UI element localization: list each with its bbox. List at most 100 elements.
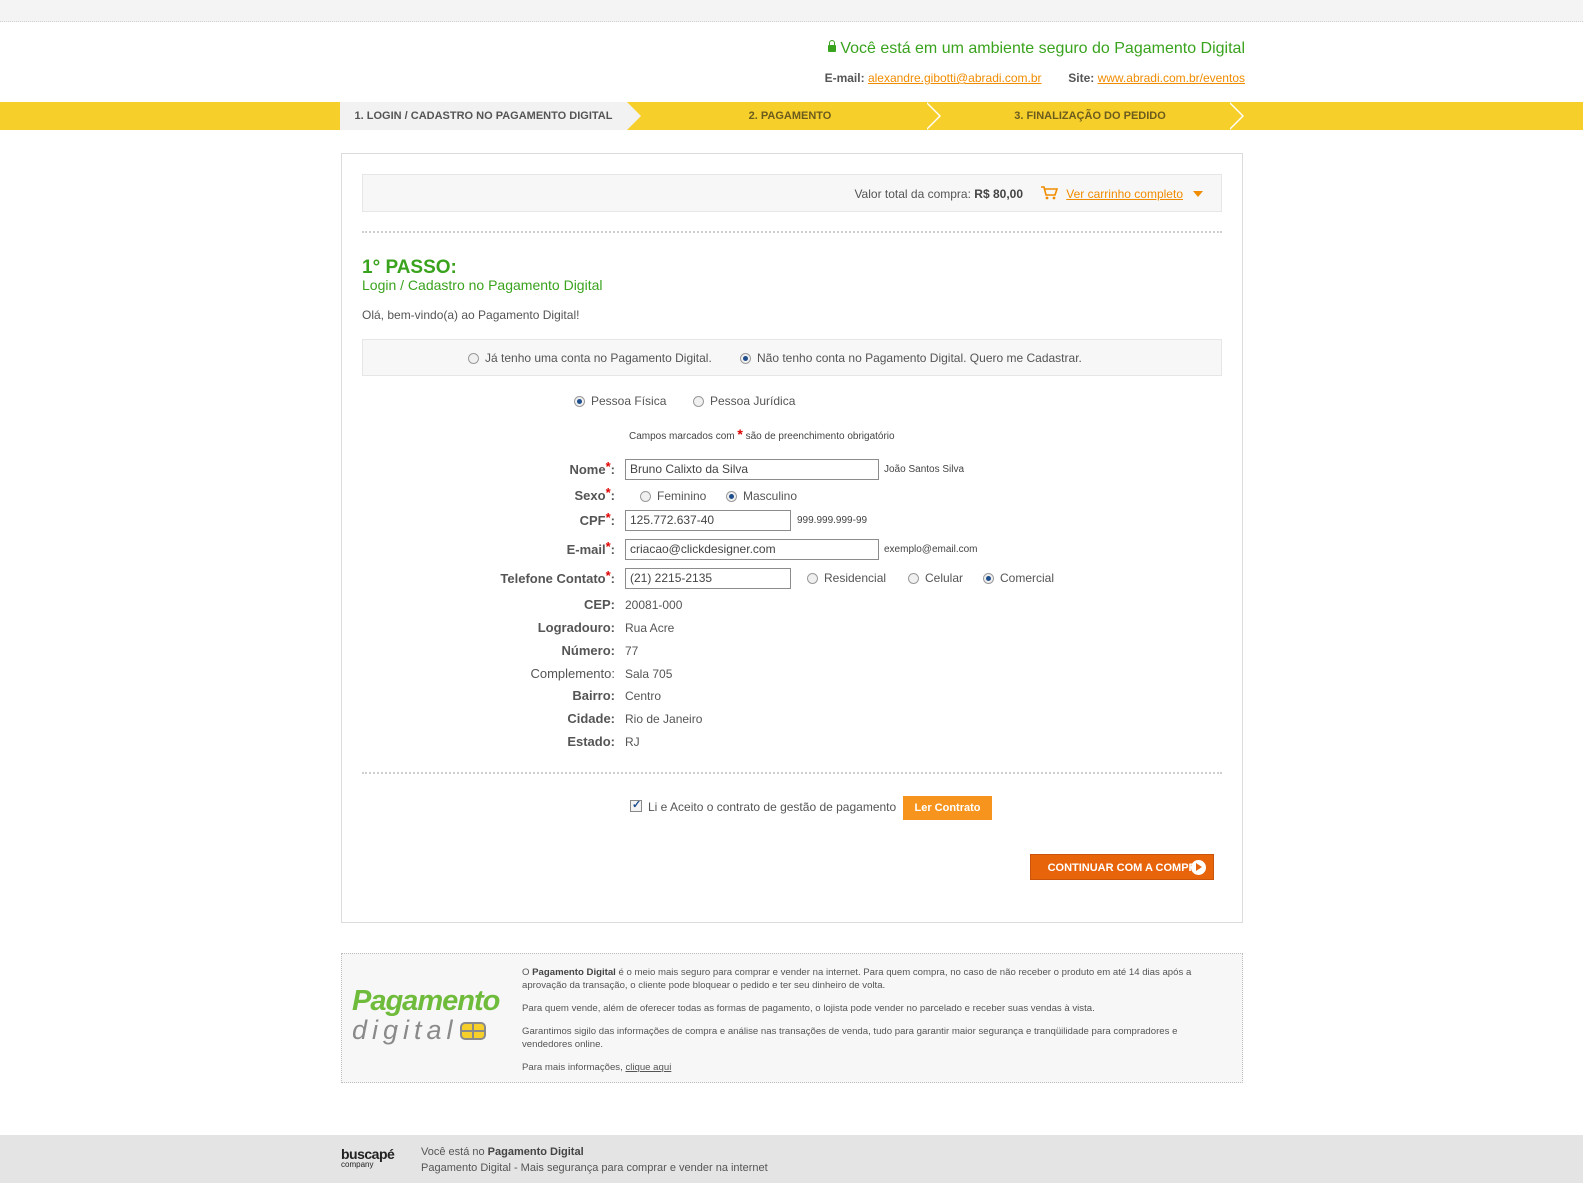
numero-value: 77 — [625, 644, 639, 658]
required-note: Campos marcados com * são de preenchimen… — [629, 426, 895, 442]
view-cart-link[interactable]: Ver carrinho completo — [1066, 187, 1183, 201]
cpf-label-text: CPF — [579, 513, 606, 528]
radio-comercial[interactable] — [983, 573, 994, 584]
cart-icon — [1041, 186, 1058, 200]
step-finalizacao: 3. FINALIZAÇÃO DO PEDIDO — [1014, 110, 1166, 122]
info-text: O Pagamento Digital é o meio mais seguro… — [522, 966, 1227, 1084]
secure-banner: Você está em um ambiente seguro do Pagam… — [828, 40, 1245, 58]
info-paragraph: Garantimos sigilo das informações de com… — [522, 1026, 1178, 1050]
cpf-input[interactable]: 125.772.637-40 — [625, 510, 791, 531]
option-residencial[interactable]: Residencial — [807, 571, 886, 585]
cart-total-value: R$ 80,00 — [974, 187, 1023, 201]
estado-label: Estado: — [567, 734, 615, 749]
cart-summary: Valor total da compra: R$ 80,00 Ver carr… — [362, 174, 1222, 212]
radio-masculino[interactable] — [726, 491, 737, 502]
step-subtitle: Login / Cadastro no Pagamento Digital — [362, 277, 603, 293]
account-choice: Já tenho uma conta no Pagamento Digital.… — [362, 339, 1222, 376]
radio-feminino[interactable] — [640, 491, 651, 502]
option-feminino[interactable]: Feminino — [640, 489, 706, 503]
footer-line1-brand: Pagamento Digital — [487, 1146, 584, 1158]
option-comercial[interactable]: Comercial — [983, 571, 1054, 585]
required-star: * — [737, 426, 743, 442]
option-has-account[interactable]: Já tenho uma conta no Pagamento Digital. — [468, 351, 712, 365]
buscape-sub: company — [341, 1160, 374, 1169]
radio-has-account[interactable] — [468, 353, 479, 364]
divider — [362, 772, 1222, 774]
email-label: E-mail: — [824, 71, 865, 85]
continue-button-label: CONTINUAR COM A COMPRA — [1047, 862, 1205, 874]
cidade-value: Rio de Janeiro — [625, 712, 703, 726]
email-input[interactable]: criacao@clickdesigner.com — [625, 539, 879, 560]
radio-pessoa-juridica[interactable] — [693, 396, 704, 407]
info-p4-prefix: Para mais informações, — [522, 1062, 623, 1073]
info-p1-rest: é o meio mais seguro para comprar e vend… — [522, 967, 1192, 991]
cpf-label: CPF*: — [579, 510, 615, 528]
required-star: * — [605, 539, 611, 554]
feminino-label: Feminino — [657, 489, 707, 503]
required-star: * — [605, 510, 611, 525]
email-field-label: E-mail*: — [566, 539, 615, 557]
numero-label: Número: — [561, 643, 615, 658]
colon: : — [610, 571, 615, 586]
email-link[interactable]: alexandre.gibotti@abradi.com.br — [868, 71, 1042, 85]
option-celular[interactable]: Celular — [908, 571, 963, 585]
required-note-before: Campos marcados com — [629, 431, 735, 442]
option-pessoa-juridica[interactable]: Pessoa Jurídica — [693, 394, 795, 408]
colon: : — [610, 513, 615, 528]
complemento-value: Sala 705 — [625, 667, 673, 681]
footer-line1-prefix: Você está no — [421, 1146, 485, 1158]
footer-line2: Pagamento Digital - Mais segurança para … — [421, 1162, 768, 1174]
step-login: 1. LOGIN / CADASTRO NO PAGAMENTO DIGITAL — [340, 102, 641, 130]
nome-input[interactable]: Bruno Calixto da Silva — [625, 459, 879, 480]
read-contract-button[interactable]: Ler Contrato — [903, 796, 992, 820]
required-star: * — [605, 568, 611, 583]
sexo-label-text: Sexo — [574, 488, 606, 503]
header-contacts: E-mail: alexandre.gibotti@abradi.com.br … — [825, 71, 1245, 85]
chevron-down-icon[interactable] — [1193, 191, 1203, 197]
bairro-label: Bairro: — [572, 688, 615, 703]
cart-total: Valor total da compra: R$ 80,00 — [854, 187, 1023, 201]
comercial-label: Comercial — [1000, 571, 1055, 585]
option-register[interactable]: Não tenho conta no Pagamento Digital. Qu… — [740, 351, 1082, 365]
option-pessoa-fisica[interactable]: Pessoa Física — [574, 394, 666, 408]
option-masculino[interactable]: Masculino — [726, 489, 797, 503]
site-link[interactable]: www.abradi.com.br/eventos — [1098, 71, 1245, 85]
radio-celular[interactable] — [908, 573, 919, 584]
step-title: 1° PASSO: — [362, 257, 457, 278]
footer-line1: Você está no Pagamento Digital — [421, 1144, 768, 1160]
more-info-link[interactable]: clique aqui — [625, 1062, 671, 1073]
welcome-text: Olá, bem-vindo(a) ao Pagamento Digital! — [362, 308, 580, 322]
celular-label: Celular — [925, 571, 964, 585]
step-pagamento: 2. PAGAMENTO — [748, 110, 832, 122]
bairro-value: Centro — [625, 689, 662, 703]
colon: : — [610, 462, 615, 477]
radio-register[interactable] — [740, 353, 751, 364]
cep-label: CEP: — [583, 597, 615, 612]
radio-pessoa-fisica[interactable] — [574, 396, 585, 407]
required-star: * — [605, 459, 611, 474]
continue-button[interactable]: CONTINUAR COM A COMPRA — [1030, 854, 1214, 880]
contract-checkbox[interactable] — [630, 798, 642, 812]
email-hint: exemplo@email.com — [884, 544, 978, 555]
play-arrow-icon — [1191, 860, 1206, 875]
cidade-label: Cidade: — [567, 711, 615, 726]
info-p1-prefix: O — [522, 967, 530, 978]
logo-line2-wrap: digital — [352, 1016, 499, 1044]
required-star: * — [605, 485, 611, 500]
nome-label: Nome*: — [569, 459, 615, 477]
option-register-label: Não tenho conta no Pagamento Digital. Qu… — [757, 351, 1082, 365]
footer: buscapé company Você está no Pagamento D… — [0, 1135, 1583, 1183]
main-panel: Valor total da compra: R$ 80,00 Ver carr… — [341, 153, 1243, 923]
complemento-label: Complemento: — [530, 666, 615, 681]
radio-residencial[interactable] — [807, 573, 818, 584]
logo-line1: Pagamento — [352, 985, 500, 1017]
info-paragraph: Para quem vende, além de oferecer todas … — [522, 1003, 1095, 1014]
email-label-text: E-mail — [566, 542, 606, 557]
colon: : — [610, 542, 615, 557]
sexo-label: Sexo*: — [574, 485, 615, 503]
telefone-input[interactable]: (21) 2215-2135 — [625, 568, 791, 589]
contract-accept[interactable]: Li e Aceito o contrato de gestão de paga… — [630, 798, 896, 814]
colon: : — [610, 488, 615, 503]
cep-value: 20081-000 — [625, 598, 683, 612]
pagamento-digital-logo: Pagamento digital — [352, 985, 500, 1044]
